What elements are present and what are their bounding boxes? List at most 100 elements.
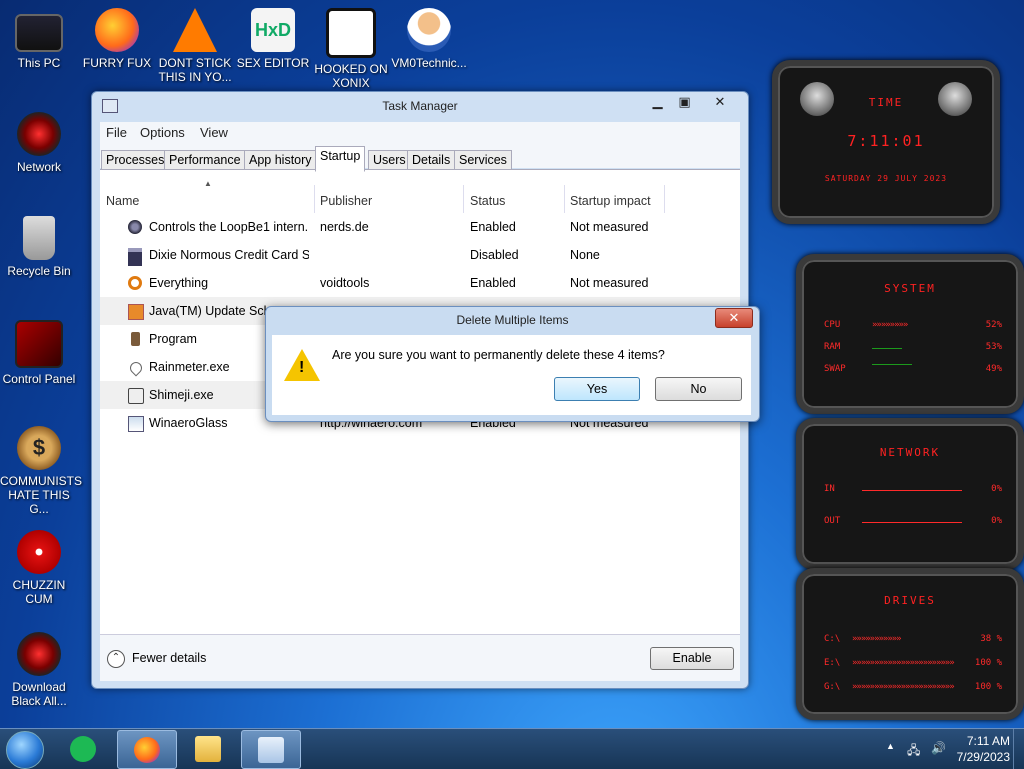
column-status[interactable]: Status (470, 194, 505, 208)
desktop-icon-label: COMMUNISTS HATE THIS G... (0, 474, 82, 516)
firefox-icon (95, 8, 139, 52)
row-impact: None (570, 248, 600, 262)
volume-icon[interactable]: 🔊 (931, 741, 946, 755)
yes-button[interactable]: Yes (554, 377, 640, 401)
drive-c-label: C:\ (824, 634, 841, 644)
folder-icon (195, 736, 221, 762)
column-startup-impact[interactable]: Startup impact (570, 194, 651, 208)
shimeji-icon (128, 388, 144, 404)
taskbar-firefox[interactable] (117, 730, 177, 769)
tab-app-history[interactable]: App history (244, 150, 317, 171)
desktop-icon-hooked-on-xonix[interactable]: HOOKED ON XONIX (312, 8, 390, 90)
desktop-icon-label: Network (16, 160, 61, 174)
money-bag-icon: $ (17, 426, 61, 470)
system-gadget: SYSTEM CPU »»»»»»»» 52% RAM 53% SWAP 49% (796, 254, 1024, 414)
column-divider[interactable] (314, 185, 315, 213)
dialog-title: Delete Multiple Items (456, 313, 569, 327)
desktop-icon-recycle-bin[interactable]: Recycle Bin (0, 216, 78, 278)
taskbar-file-explorer[interactable] (179, 730, 237, 767)
fewer-details-link[interactable]: Fewer details (132, 651, 206, 665)
cpu-value: 52% (985, 320, 1002, 330)
show-desktop-button[interactable] (1013, 729, 1024, 769)
tab-startup[interactable]: Startup (315, 146, 366, 172)
desktop-icon-communists[interactable]: $ COMMUNISTS HATE THIS G... (0, 426, 82, 516)
network-icon (17, 112, 61, 156)
credit-card-icon (128, 248, 142, 266)
tab-processes[interactable]: Processes (101, 150, 170, 171)
chevron-up-icon[interactable]: ⌃ (107, 650, 125, 668)
tray-overflow-arrow[interactable]: ▲ (886, 741, 895, 751)
maximize-button[interactable]: ▣ (671, 93, 698, 112)
maze-game-icon (326, 8, 376, 58)
row-name: Everything (149, 276, 209, 290)
desktop-icon-network[interactable]: Network (0, 112, 78, 174)
column-name[interactable]: Name (106, 194, 139, 208)
in-label: IN (824, 484, 835, 494)
drive-c-bar: »»»»»»»»»»» (852, 634, 902, 644)
in-graph (862, 490, 962, 491)
desktop-icon-sex-editor[interactable]: HxD SEX EDITOR (234, 8, 312, 70)
drive-g-value: 100 % (974, 682, 1002, 692)
enable-button[interactable]: Enable (650, 647, 734, 670)
row-publisher: nerds.de (320, 220, 369, 234)
menu-file[interactable]: File (106, 125, 127, 140)
swap-label: SWAP (824, 364, 846, 374)
recycle-bin-icon (23, 216, 55, 260)
no-button[interactable]: No (655, 377, 742, 401)
row-publisher: voidtools (320, 276, 370, 290)
dialog-message: Are you sure you want to permanently del… (332, 348, 665, 362)
start-button[interactable] (6, 731, 44, 769)
desktop-icon-label: HOOKED ON XONIX (314, 62, 388, 90)
startup-row[interactable]: Everything voidtools Enabled Not measure… (100, 269, 740, 297)
system-heading: SYSTEM (884, 282, 936, 295)
desktop-icon-furry-fux[interactable]: FURRY FUX (78, 8, 156, 70)
tab-performance[interactable]: Performance (164, 150, 246, 171)
desktop-icon-label: This PC (17, 56, 61, 70)
ram-graph (872, 348, 902, 349)
column-divider[interactable] (664, 185, 665, 213)
column-divider[interactable] (463, 185, 464, 213)
minimize-button[interactable]: ▁ (644, 93, 671, 112)
startup-row[interactable]: Dixie Normous Credit Card S... Disabled … (100, 241, 740, 269)
taskbar-spotify[interactable] (54, 730, 112, 767)
control-panel-icon (15, 320, 63, 368)
clock-date: 7/29/2023 (956, 750, 1010, 764)
dialog-close-button[interactable]: ✕ (715, 308, 753, 328)
desktop-icon-control-panel[interactable]: Control Panel (0, 320, 78, 386)
tab-services[interactable]: Services (454, 150, 512, 171)
clock-time: 7:11 AM (966, 734, 1010, 748)
time-heading: TIME (868, 96, 904, 109)
menu-bar: File Options View (100, 122, 740, 144)
menu-view[interactable]: View (200, 125, 228, 140)
row-impact: Not measured (570, 276, 649, 290)
column-divider[interactable] (564, 185, 565, 213)
sort-arrow-icon: ▲ (204, 179, 212, 188)
desktop-icon-dont-stick[interactable]: DONT STICK THIS IN YO... (156, 8, 234, 84)
java-icon (128, 304, 144, 320)
chuzzle-icon (17, 530, 61, 574)
desktop-icon-vm0technic[interactable]: VM0Technic... (390, 8, 468, 70)
desktop-icon-download-black[interactable]: Download Black All... (0, 632, 78, 708)
tab-details[interactable]: Details (407, 150, 456, 171)
program-icon (131, 332, 140, 346)
desktop-icon-label: Download Black All... (11, 680, 67, 708)
close-button[interactable]: ✕ (698, 93, 742, 112)
menu-options[interactable]: Options (140, 125, 185, 140)
network-tray-icon[interactable]: 🖧 (907, 741, 920, 762)
column-publisher[interactable]: Publisher (320, 194, 372, 208)
taskbar-task-manager[interactable] (241, 730, 301, 769)
row-status: Enabled (470, 220, 516, 234)
startup-row[interactable]: Controls the LoopBe1 intern... nerds.de … (100, 213, 740, 241)
taskbar-clock[interactable]: 7:11 AM 7/29/2023 (957, 733, 1010, 765)
time-date: SATURDAY 29 JULY 2023 (824, 174, 948, 183)
ram-label: RAM (824, 342, 841, 352)
tab-users[interactable]: Users (368, 150, 411, 171)
desktop-icon-label: DONT STICK THIS IN YO... (158, 56, 232, 84)
row-impact: Not measured (570, 220, 649, 234)
row-name: Controls the LoopBe1 intern... (149, 220, 309, 234)
in-value: 0% (991, 484, 1002, 494)
desktop-icon-chuzzin[interactable]: CHUZZIN CUM (0, 530, 78, 606)
desktop-icon-this-pc[interactable]: This PC (0, 8, 78, 70)
dialog-body: ! Are you sure you want to permanently d… (272, 335, 751, 415)
caption-buttons: ▁ ▣ ✕ (644, 93, 742, 112)
